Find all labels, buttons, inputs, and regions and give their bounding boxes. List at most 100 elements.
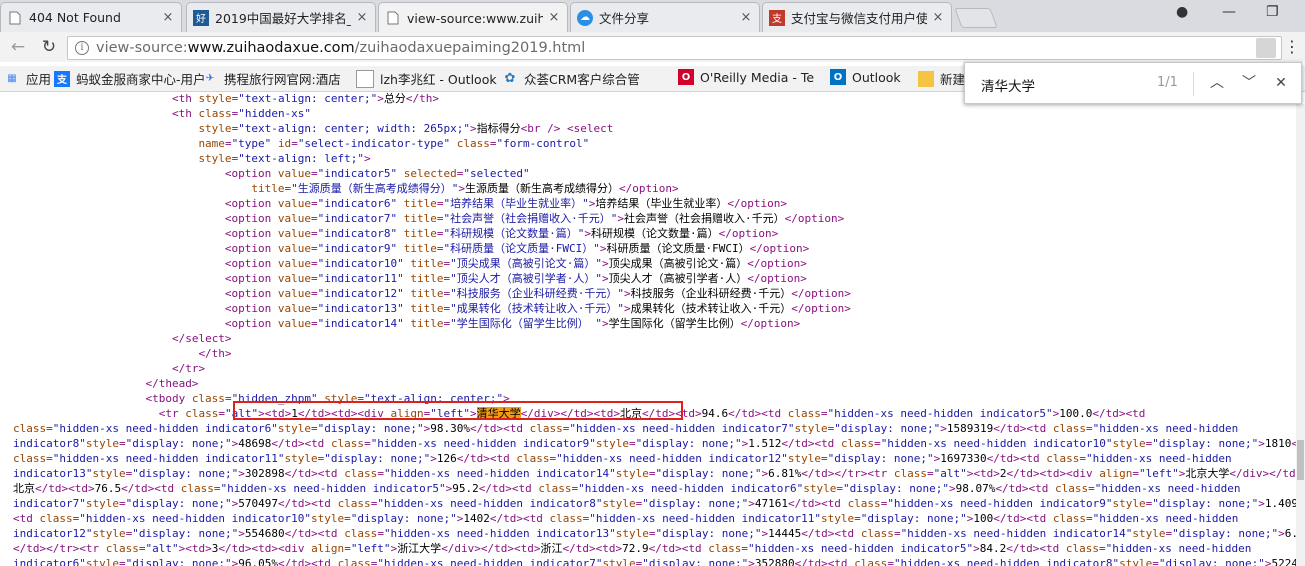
source-token: style <box>284 452 318 465</box>
new-tab-button[interactable] <box>954 8 998 28</box>
source-token: </td><td <box>787 497 848 510</box>
source-token: style <box>1132 527 1166 540</box>
source-token: </td><td> <box>35 482 95 495</box>
source-token: class <box>13 452 47 465</box>
source-token: class <box>39 512 73 525</box>
source-token: = <box>311 317 318 330</box>
source-token: 98.30% <box>430 422 471 435</box>
source-line: <option value="indicator10" title="顶尖成果（… <box>0 256 1305 271</box>
source-token: "hidden-xs need-hidden indicator5" <box>748 542 974 555</box>
tab-alipay[interactable]: 支 支付宝与微信支付用户使 × <box>762 2 952 32</box>
menu-icon[interactable]: ⋮ <box>1282 37 1302 57</box>
source-token: </option> <box>791 302 851 315</box>
source-token: 72.9 <box>622 542 649 555</box>
line-number <box>0 226 8 241</box>
scrollbar-thumb[interactable] <box>1297 440 1304 480</box>
source-token: indicator6" <box>13 557 86 566</box>
bookmark-apps[interactable]: ▦ 应用 <box>4 69 51 88</box>
line-number <box>0 466 8 481</box>
source-token: class <box>330 437 365 450</box>
info-icon[interactable]: i <box>75 41 89 55</box>
source-token: </td><td <box>801 527 861 540</box>
source-token: style <box>1112 497 1146 510</box>
source-token: 生源质量（新生高考成绩得分） <box>465 182 620 195</box>
bookmark-ctrip[interactable]: ✈ 携程旅行网官网:酒店 <box>202 69 341 88</box>
source-view: <th style="text-align: center;">总分</th> … <box>0 91 1305 566</box>
address-bar[interactable]: i view-source:www.zuihaodaxue.com/zuihao… <box>67 36 1282 60</box>
source-token: ><td> <box>178 542 212 555</box>
source-token: = <box>436 212 444 225</box>
source-token: style <box>602 557 636 566</box>
source-token: = <box>887 557 894 566</box>
source-token: 98.07% <box>955 482 996 495</box>
bookmark-ant-merchant[interactable]: 支蚂蚁金服商家中心-用户 <box>54 69 206 88</box>
back-icon[interactable]: ← <box>8 37 28 57</box>
source-token: "left" <box>1139 467 1179 480</box>
source-token: style <box>92 527 126 540</box>
source-token: 科技服务（企业科研经费·千元） <box>630 287 792 300</box>
source-token: "left" <box>350 542 391 555</box>
source-token: "display: none;" <box>132 467 239 480</box>
alipay-icon: 支 <box>54 70 70 87</box>
source-token: 社会声誉（社会捐赠收入·千元） <box>624 212 785 225</box>
source-line: title="生源质量（新生高考成绩得分）">生源质量（新生高考成绩得分）</o… <box>0 181 1305 196</box>
find-input[interactable]: 清华大学 <box>981 75 1035 95</box>
source-token: 浙江大学 <box>397 542 442 555</box>
source-token: value <box>277 257 312 270</box>
source-token: </option> <box>740 317 801 330</box>
source-token: = <box>1088 482 1095 495</box>
source-token: = <box>118 497 126 510</box>
source-token: "display: none;" <box>1152 437 1259 450</box>
source-token: = <box>741 542 748 555</box>
source-token: </td><td> <box>562 542 623 555</box>
tab-view-source[interactable]: view-source:www.zuihaodaxue.com × <box>378 2 568 33</box>
close-icon[interactable]: × <box>355 10 369 25</box>
tab-zuihaodaxue[interactable]: 好 2019中国最好大学排名_最好大学网 × <box>186 2 376 32</box>
source-token: "display: none;" <box>635 437 742 450</box>
source-token: = <box>311 227 318 240</box>
reload-icon[interactable]: ↻ <box>39 37 59 57</box>
bookmark-outlook-lzh[interactable]: lzh李兆红 - Outlook <box>356 69 497 88</box>
find-previous-button[interactable]: ︿ <box>1207 73 1227 93</box>
bookmark-crm[interactable]: ✿ 众荟CRM客户综合管 <box>502 69 640 88</box>
source-token: <option <box>224 302 278 315</box>
close-icon[interactable]: × <box>739 10 753 25</box>
restore-icon[interactable]: ❐ <box>1266 4 1279 20</box>
close-icon[interactable]: × <box>547 11 561 25</box>
find-next-button[interactable]: ﹀ <box>1239 73 1259 93</box>
scrollbar[interactable] <box>1296 104 1305 566</box>
close-icon[interactable]: × <box>161 10 175 25</box>
source-token: > <box>238 467 245 480</box>
close-icon[interactable]: × <box>931 10 945 25</box>
source-token <box>397 227 404 240</box>
profile-icon[interactable]: ● <box>1176 4 1188 20</box>
source-token: </td><td <box>986 452 1047 465</box>
source-token: 48698 <box>238 437 272 450</box>
tab-title: 404 Not Found <box>29 10 121 25</box>
find-in-page-icon[interactable] <box>1256 38 1276 58</box>
source-token: align <box>311 542 345 555</box>
bookmark-oreilly[interactable]: O O'Reilly Media - Te <box>678 69 814 85</box>
line-number <box>0 526 8 541</box>
source-token: "text-align: center; width: 265px;" <box>238 122 470 135</box>
source-token: = <box>224 137 232 150</box>
source-token: </td><td <box>489 512 550 525</box>
find-close-button[interactable]: ✕ <box>1271 73 1291 93</box>
line-number <box>0 331 8 346</box>
source-line: style="text-align: left;"> <box>0 151 1305 166</box>
source-token: > <box>624 287 631 300</box>
source-token: 352880 <box>754 557 795 566</box>
bookmark-folder-new[interactable]: 新建 <box>918 69 965 88</box>
source-token: = <box>118 437 126 450</box>
tab-file-share[interactable]: ☁ 文件分享 × <box>570 2 760 32</box>
source-token: align <box>1099 467 1133 480</box>
source-token: "hidden-xs need-hidden indicator8" <box>893 557 1120 566</box>
source-token: style <box>1119 557 1153 566</box>
source-token: "hidden-xs need-hidden <box>1105 542 1252 555</box>
tab-404[interactable]: 404 Not Found × <box>0 2 182 32</box>
bookmark-outlook[interactable]: O Outlook <box>830 69 901 85</box>
source-token: "hidden-xs need-hidden indicator8" <box>377 497 603 510</box>
tab-title: 支付宝与微信支付用户使 <box>791 11 927 26</box>
source-token: title <box>403 212 437 225</box>
minimize-icon[interactable]: — <box>1222 4 1236 20</box>
